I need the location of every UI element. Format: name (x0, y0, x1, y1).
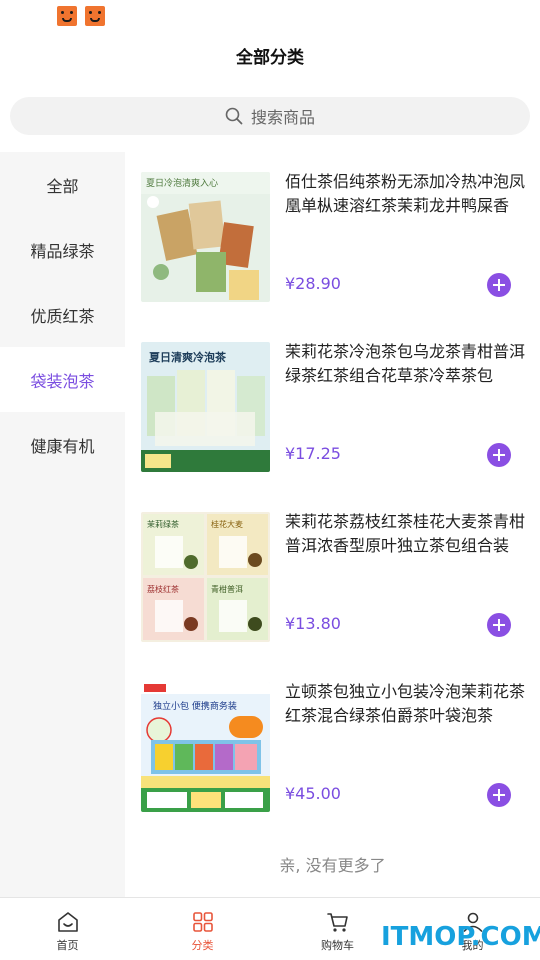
category-sidebar: 全部 精品绿茶 优质红茶 袋装泡茶 健康有机 (0, 152, 125, 897)
notification-app-icon (85, 6, 105, 26)
search-placeholder: 搜索商品 (250, 108, 315, 127)
product-image[interactable]: 独立小包 便携商务装 (141, 682, 270, 812)
svg-text:桂花大麦: 桂花大麦 (211, 519, 243, 529)
status-bar (0, 0, 540, 32)
sidebar-item-green-tea[interactable]: 精品绿茶 (0, 217, 125, 282)
product-image[interactable]: 夏日清爽冷泡茶 (141, 342, 270, 472)
thumb-caption: 荔枝红茶 (147, 584, 179, 594)
sidebar-item-organic[interactable]: 健康有机 (0, 412, 125, 477)
product-price: ¥13.80 (285, 614, 341, 633)
thumb-caption: 夏日清爽冷泡茶 (149, 350, 227, 364)
shopping-cart-icon (326, 913, 348, 932)
svg-text:茉莉绿茶: 茉莉绿茶 (147, 519, 179, 529)
product-card[interactable]: 夏日冷泡清爽入心 佰仕茶侣纯茶粉无添加冷热冲泡凤凰单枞速溶红茶茉莉龙井鸭屎香 ¥… (141, 152, 531, 302)
svg-text:青柑普洱: 青柑普洱 (211, 584, 243, 594)
product-name[interactable]: 茉莉花茶冷泡茶包乌龙茶青柑普洱绿茶红茶组合花草茶冷萃茶包 (285, 340, 525, 388)
tab-category[interactable]: 分类 (135, 898, 270, 960)
tab-label: 购物车 (321, 939, 354, 952)
product-price: ¥28.90 (285, 274, 341, 293)
page-title: 全部分类 (236, 47, 304, 68)
sidebar-item-all[interactable]: 全部 (0, 152, 125, 217)
search-icon (225, 107, 243, 125)
page-header: 全部分类 (0, 32, 540, 78)
notification-app-icon (57, 6, 77, 26)
add-to-cart-button[interactable] (487, 613, 511, 637)
add-to-cart-button[interactable] (487, 783, 511, 807)
product-name[interactable]: 立顿茶包独立小包装冷泡茉莉花茶红茶混合绿茶伯爵茶叶袋泡茶 (285, 680, 525, 728)
list-end-text: 亲, 没有更多了 (279, 856, 386, 875)
sidebar-item-tea-bags[interactable]: 袋装泡茶 (0, 347, 125, 412)
product-card[interactable]: 茉莉绿茶 桂花大麦 荔枝红茶 青柑普洱 茉莉花茶荔枝红茶桂花大麦茶青柑普洱浓香型… (141, 492, 531, 642)
product-card[interactable]: 夏日清爽冷泡茶 茉莉花茶冷泡茶包乌龙茶青柑普洱绿茶红茶组合花草茶冷萃茶包 ¥17… (141, 322, 531, 472)
product-card[interactable]: 独立小包 便携商务装 立顿茶包独立小包装冷泡茉莉花茶红茶混合绿茶伯爵茶叶袋泡茶 … (141, 662, 531, 812)
watermark-logo: ITMOP.COM (381, 922, 540, 952)
product-name[interactable]: 佰仕茶侣纯茶粉无添加冷热冲泡凤凰单枞速溶红茶茉莉龙井鸭屎香 (285, 170, 525, 218)
thumb-caption: 夏日冷泡清爽入心 (146, 177, 218, 189)
tab-home[interactable]: 首页 (0, 898, 135, 960)
product-list: 夏日冷泡清爽入心 佰仕茶侣纯茶粉无添加冷热冲泡凤凰单枞速溶红茶茉莉龙井鸭屎香 ¥… (125, 152, 540, 897)
tab-label: 首页 (56, 939, 79, 952)
product-image[interactable]: 夏日冷泡清爽入心 (141, 172, 270, 302)
product-price: ¥17.25 (285, 444, 341, 463)
add-to-cart-button[interactable] (487, 273, 511, 297)
product-name[interactable]: 茉莉花茶荔枝红茶桂花大麦茶青柑普洱浓香型原叶独立茶包组合装 (285, 510, 525, 558)
sidebar-item-black-tea[interactable]: 优质红茶 (0, 282, 125, 347)
add-to-cart-button[interactable] (487, 443, 511, 467)
search-input[interactable]: 搜索商品 (10, 97, 530, 135)
home-icon (57, 912, 78, 932)
product-image[interactable]: 茉莉绿茶 桂花大麦 荔枝红茶 青柑普洱 (141, 512, 270, 642)
category-grid-icon (192, 912, 213, 932)
tab-label: 分类 (191, 939, 214, 952)
product-price: ¥45.00 (285, 784, 341, 803)
thumb-caption: 独立小包 便携商务装 (153, 700, 237, 712)
